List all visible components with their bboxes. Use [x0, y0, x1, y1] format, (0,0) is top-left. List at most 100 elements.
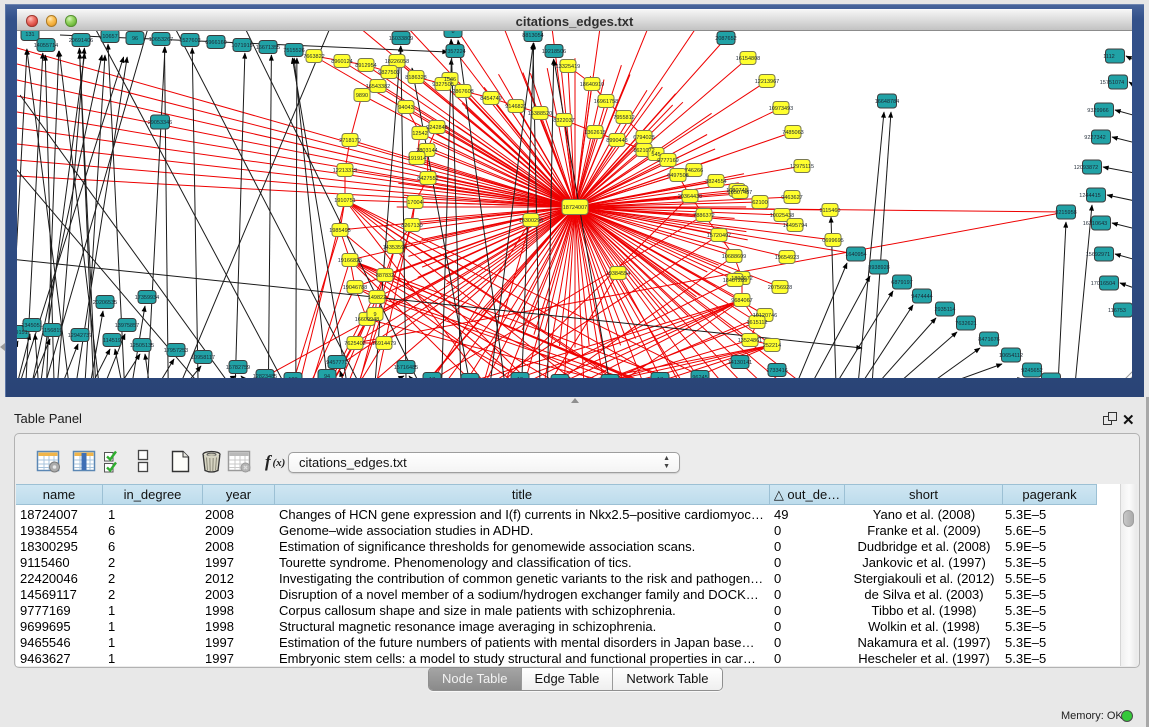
- svg-text:10657: 10657: [102, 34, 117, 40]
- svg-text:9146821: 9146821: [505, 104, 526, 110]
- svg-text:7485063: 7485063: [782, 130, 803, 136]
- svg-text:6497508: 6497508: [667, 173, 688, 179]
- svg-text:2718170: 2718170: [339, 138, 360, 144]
- svg-text:252214: 252214: [763, 343, 781, 349]
- svg-text:18300295: 18300295: [519, 218, 543, 224]
- svg-text:10654112: 10654112: [999, 353, 1023, 359]
- svg-text:2867608: 2867608: [452, 89, 473, 95]
- svg-text:2087652: 2087652: [715, 36, 736, 42]
- svg-text:20364436: 20364436: [678, 194, 702, 200]
- svg-text:12213319: 12213319: [333, 168, 357, 174]
- svg-text:19046788: 19046788: [343, 285, 367, 291]
- svg-text:17957253: 17957253: [164, 348, 188, 354]
- svg-text:14495794: 14495794: [783, 223, 807, 229]
- svg-text:1640954: 1640954: [845, 252, 866, 258]
- svg-text:13975857: 13975857: [115, 323, 139, 329]
- svg-text:8912954: 8912954: [355, 63, 376, 69]
- svg-text:1985495: 1985495: [329, 228, 350, 234]
- svg-text:29053346: 29053346: [148, 120, 172, 126]
- svg-text:1527602: 1527602: [179, 38, 200, 44]
- svg-text:15692971: 15692971: [1086, 252, 1110, 258]
- svg-text:9463627: 9463627: [781, 195, 802, 201]
- svg-text:18407289: 18407289: [723, 278, 747, 284]
- svg-text:9245652: 9245652: [1021, 368, 1042, 374]
- svg-text:96: 96: [132, 36, 138, 42]
- svg-text:8186328: 8186328: [405, 75, 426, 81]
- svg-text:8471676: 8471676: [978, 337, 999, 343]
- svg-text:7632621: 7632621: [955, 321, 976, 327]
- svg-text:14130141: 14130141: [728, 360, 752, 366]
- svg-text:12: 12: [517, 377, 523, 378]
- svg-text:20206535: 20206535: [93, 300, 117, 306]
- svg-text:19166825: 19166825: [338, 258, 362, 264]
- svg-text:10958117: 10958117: [191, 355, 215, 361]
- svg-text:7886372: 7886372: [693, 213, 714, 219]
- svg-text:8990448: 8990448: [606, 138, 627, 144]
- svg-text:18640910: 18640910: [580, 82, 604, 88]
- svg-text:887832: 887832: [376, 273, 394, 279]
- svg-text:8813054: 8813054: [522, 33, 543, 39]
- svg-text:1071915: 1071915: [231, 43, 252, 49]
- svg-text:7515526: 7515526: [283, 48, 304, 54]
- svg-text:12213967: 12213967: [755, 79, 779, 85]
- svg-text:62100: 62100: [752, 200, 767, 206]
- svg-text:12823485: 12823485: [253, 374, 277, 378]
- svg-text:8322037: 8322037: [553, 118, 574, 124]
- svg-text:15716485: 15716485: [394, 365, 418, 371]
- svg-text:8938928: 8938928: [868, 265, 889, 271]
- svg-text:19384554: 19384554: [606, 271, 630, 277]
- svg-text:17016504: 17016504: [1091, 281, 1115, 287]
- svg-text:20691406: 20691406: [69, 38, 93, 44]
- svg-text:7625402: 7625402: [344, 341, 365, 347]
- svg-text:1362615: 1362615: [584, 130, 605, 136]
- svg-text:17359934: 17359934: [135, 295, 159, 301]
- svg-text:116753: 116753: [1108, 308, 1126, 314]
- svg-text:16671355: 16671355: [256, 45, 280, 51]
- svg-text:10973493: 10973493: [769, 106, 793, 112]
- svg-text:9827503: 9827503: [378, 70, 399, 76]
- svg-text:8267130: 8267130: [401, 223, 422, 229]
- svg-text:12942737: 12942737: [68, 333, 92, 339]
- svg-text:1156819: 1156819: [41, 328, 62, 334]
- svg-text:10653267: 10653267: [149, 37, 173, 43]
- svg-text:17: 17: [429, 377, 435, 378]
- svg-text:16154808: 16154808: [736, 56, 760, 62]
- svg-text:96245: 96245: [692, 375, 707, 378]
- svg-text:16543382: 16543382: [366, 84, 390, 90]
- svg-text:18724007: 18724007: [563, 205, 587, 211]
- svg-text:8427552: 8427552: [417, 176, 438, 182]
- svg-text:6879197: 6879197: [891, 280, 912, 286]
- svg-text:19218506: 19218506: [542, 49, 566, 55]
- svg-text:2935114: 2935114: [934, 307, 955, 313]
- svg-text:19654923: 19654923: [775, 255, 799, 261]
- svg-text:13325419: 13325419: [556, 64, 580, 70]
- svg-text:16914479: 16914479: [372, 341, 396, 347]
- svg-text:1345051: 1345051: [21, 323, 42, 329]
- svg-text:15720407: 15720407: [707, 233, 731, 239]
- svg-text:10025438: 10025438: [770, 213, 794, 219]
- svg-text:9457771: 9457771: [326, 360, 347, 366]
- svg-text:8454749: 8454749: [480, 96, 501, 102]
- svg-text:17: 17: [657, 377, 663, 378]
- svg-text:9242848: 9242848: [426, 125, 447, 131]
- svg-text:14055714: 14055714: [34, 43, 58, 49]
- svg-text:3824554: 3824554: [705, 179, 726, 185]
- svg-text:94: 94: [324, 374, 330, 378]
- svg-text:1244415: 1244415: [1079, 193, 1100, 199]
- svg-text:9474444: 9474444: [911, 294, 932, 300]
- svg-text:0699695: 0699695: [822, 238, 843, 244]
- svg-text:9777169: 9777169: [657, 158, 678, 164]
- svg-text:7663822: 7663822: [303, 54, 324, 60]
- svg-text:149822: 149822: [368, 295, 386, 301]
- svg-text:13524861: 13524861: [738, 338, 762, 344]
- svg-text:128: 128: [288, 377, 297, 378]
- svg-text:8: 8: [451, 31, 454, 35]
- svg-text:2803144: 2803144: [416, 148, 437, 154]
- svg-text:1112: 1112: [1103, 54, 1114, 60]
- svg-text:18226058: 18226058: [385, 59, 409, 65]
- svg-text:10507487: 10507487: [728, 190, 752, 196]
- svg-text:8960124: 8960124: [331, 59, 352, 65]
- svg-text:12542: 12542: [412, 131, 427, 137]
- svg-text:9227342: 9227342: [1084, 135, 1105, 141]
- svg-text:(x): (x): [273, 457, 286, 469]
